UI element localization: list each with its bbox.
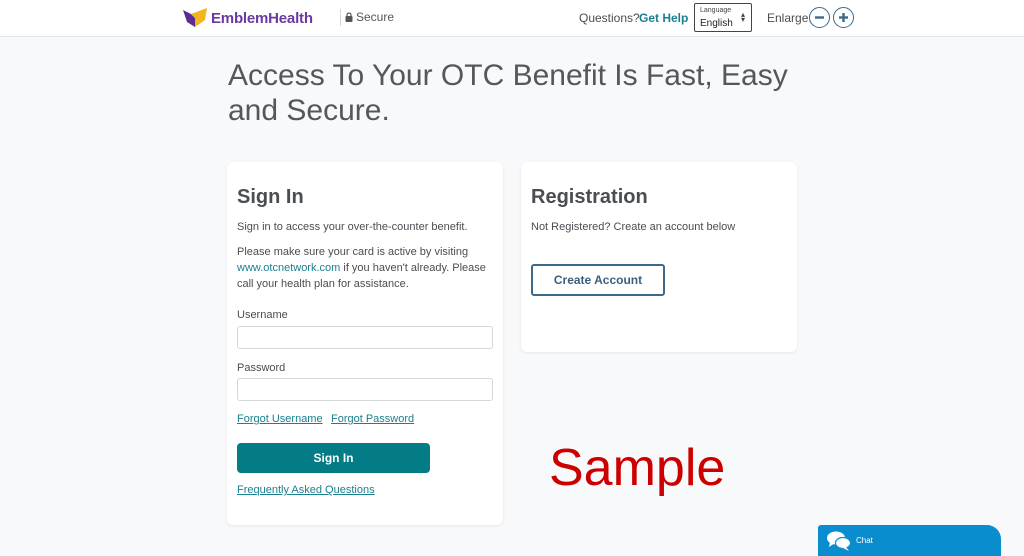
create-account-button[interactable]: Create Account (531, 264, 665, 296)
select-arrows-icon: ▴ ▾ (740, 10, 745, 24)
registration-card: Registration Not Registered? Create an a… (521, 162, 797, 352)
page-title: Access To Your OTC Benefit Is Fast, Easy… (228, 59, 788, 127)
username-input[interactable] (237, 326, 493, 349)
brand-logo[interactable]: EmblemHealth (183, 8, 313, 28)
enlarge-label: Enlarge: (767, 11, 812, 25)
card-notice: Please make sure your card is active by … (237, 244, 495, 292)
emblemhealth-logo-icon (183, 8, 207, 27)
otcnetwork-link[interactable]: www.otcnetwork.com (237, 262, 340, 274)
secure-indicator: Secure (345, 10, 394, 24)
chat-button[interactable]: Chat (818, 525, 1001, 556)
notice-prefix: Please make sure your card is active by … (237, 246, 469, 258)
sample-watermark: Sample (549, 439, 726, 497)
sign-in-button[interactable]: Sign In (237, 443, 430, 473)
minus-icon (815, 16, 824, 19)
site-header: EmblemHealth Secure Questions? Get Help … (0, 0, 1024, 37)
increase-text-size-button[interactable] (833, 7, 854, 28)
header-divider (340, 9, 341, 26)
password-input[interactable] (237, 378, 493, 401)
sign-in-card: Sign In Sign in to access your over-the-… (227, 162, 503, 525)
language-value: English (700, 18, 733, 29)
plus-icon (839, 13, 848, 22)
password-label: Password (237, 362, 286, 374)
language-select[interactable]: Language English ▴ ▾ (694, 3, 752, 32)
chat-label: Chat (856, 536, 873, 545)
brand-name: EmblemHealth (211, 9, 313, 27)
chat-bubbles-icon (827, 531, 852, 551)
registration-text: Not Registered? Create an account below (531, 221, 736, 233)
secure-label: Secure (356, 10, 395, 24)
language-label: Language (700, 7, 732, 14)
registration-title: Registration (531, 186, 648, 208)
questions-label: Questions? (579, 11, 640, 25)
forgot-username-link[interactable]: Forgot Username (237, 413, 323, 425)
sign-in-title: Sign In (237, 186, 304, 208)
sign-in-intro: Sign in to access your over-the-counter … (237, 221, 468, 233)
faq-link[interactable]: Frequently Asked Questions (237, 484, 375, 496)
username-label: Username (237, 309, 288, 321)
decrease-text-size-button[interactable] (809, 7, 830, 28)
lock-icon (345, 12, 353, 22)
forgot-password-link[interactable]: Forgot Password (331, 413, 414, 425)
get-help-link[interactable]: Get Help (639, 11, 688, 25)
